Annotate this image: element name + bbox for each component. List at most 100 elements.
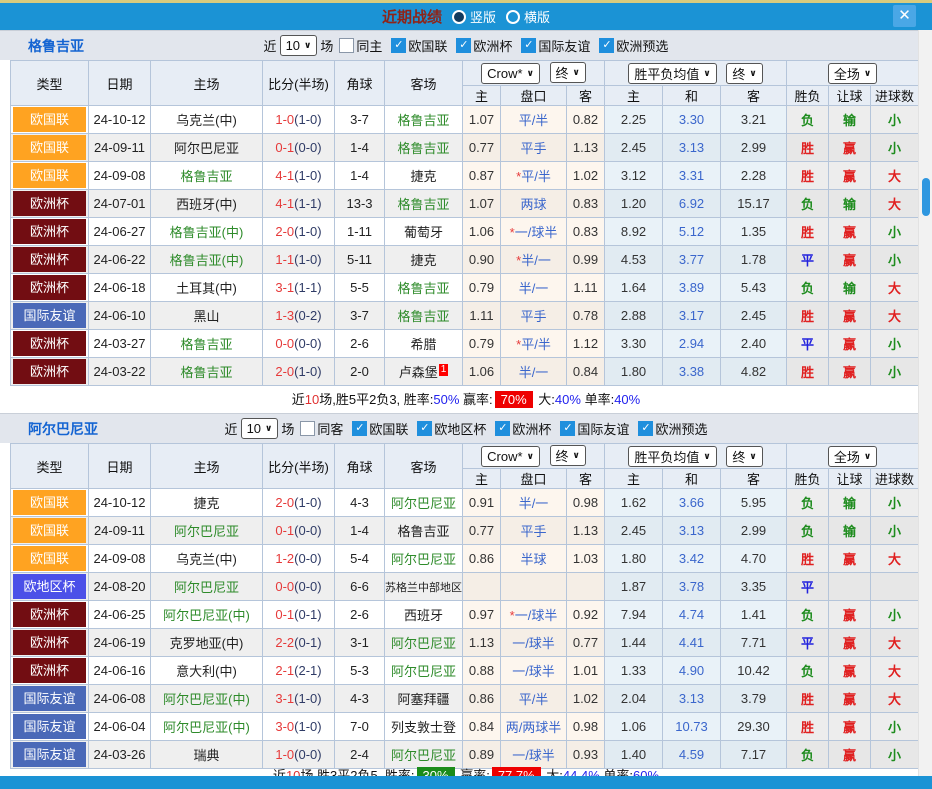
same-side-checkbox[interactable] [339,38,354,53]
summary-segment: 40% [614,392,640,407]
competition-label: 欧国联 [369,419,408,438]
handicap-result: 赢 [829,218,871,246]
competition-checkbox-国际友谊[interactable]: ✓ [560,421,575,436]
competition-badge: 国际友谊 [13,714,86,739]
odds-stage-select[interactable]: 终∨ [550,62,586,83]
goals-result-value: 大 [888,281,901,296]
crow-away-odds: 1.03 [567,545,605,573]
avg-draw-odds: 3.38 [663,358,721,386]
competition-checkbox-欧洲杯[interactable]: ✓ [456,38,471,53]
chevron-down-icon: ∨ [864,451,871,462]
close-icon[interactable]: ✕ [893,5,916,27]
full-time-score: 2-1 [275,663,294,678]
type-cell: 国际友谊 [11,741,89,769]
home-team-name: 意大利(中) [176,664,237,679]
handicap-cell: 平/半 [501,685,567,713]
home-team-name: 黑山 [193,309,219,324]
home-team-name: 西班牙(中) [176,197,237,212]
home-team-name: 乌克兰(中) [176,113,237,128]
match-result: 胜 [787,302,829,330]
chevron-down-icon: ∨ [703,68,710,79]
competition-checkbox-欧国联[interactable]: ✓ [352,421,367,436]
competition-checkbox-欧洲预选[interactable]: ✓ [599,38,614,53]
avg-draw-odds: 3.31 [663,162,721,190]
away-team: 葡萄牙 [385,218,463,246]
match-scope-select[interactable]: 全场∨ [828,446,877,467]
match-result-value: 负 [801,524,814,539]
competition-checkbox-国际友谊[interactable]: ✓ [521,38,536,53]
handicap-cell: *平/半 [501,162,567,190]
scrollbar-thumb[interactable] [922,178,930,216]
home-team: 黑山 [151,302,263,330]
score-cell: 4-1(1-0) [263,162,335,190]
table-row: 欧洲杯24-06-19克罗地亚(中)2-2(0-1)3-1阿尔巴尼亚1.13一/… [11,629,919,657]
avg-draw-odds: 6.92 [663,190,721,218]
avg-win-odds: 1.80 [605,545,663,573]
competition-checkbox-欧国联[interactable]: ✓ [391,38,406,53]
dialog-title: 近期战绩 [382,6,442,27]
home-team-name: 阿尔巴尼亚(中) [163,608,250,623]
handicap-result: 输 [829,517,871,545]
horizontal-radio[interactable] [506,10,520,24]
type-cell: 欧国联 [11,517,89,545]
competition-badge: 欧国联 [13,518,86,543]
matches-count-select[interactable]: 10∨ [241,418,279,439]
avg-draw-odds: 3.13 [663,685,721,713]
competition-checkbox-欧地区杯[interactable]: ✓ [417,421,432,436]
goals-result-value: 小 [888,113,901,128]
home-team: 乌克兰(中) [151,106,263,134]
goals-result: 小 [871,517,919,545]
bookmaker-select[interactable]: Crow*∨ [481,446,540,467]
odds-stage-select[interactable]: 终∨ [550,445,586,466]
competition-badge: 欧洲杯 [13,359,86,384]
type-cell: 欧洲杯 [11,330,89,358]
summary-segment: 70% [495,391,533,408]
match-scope-select[interactable]: 全场∨ [828,63,877,84]
competition-checkbox-欧洲杯[interactable]: ✓ [495,421,510,436]
half-time-score: (1-0) [294,168,321,183]
scrollbar-track[interactable] [918,30,932,776]
competition-badge: 欧国联 [13,135,86,160]
goals-result: 大 [871,545,919,573]
competition-label: 欧地区杯 [434,419,486,438]
handicap-result-value: 赢 [843,552,856,567]
vertical-radio-label[interactable]: 竖版 [470,7,496,26]
crow-home-odds: 1.07 [463,106,501,134]
titlebar-controls: 近期战绩 竖版 横版 [382,6,550,27]
avg-odds-select[interactable]: 胜平负均值∨ [628,63,716,84]
goals-result-value: 大 [888,692,901,707]
recent-results-dialog: 近期战绩 竖版 横版 ✕ 格鲁吉亚 近10∨场同主✓欧国联✓欧洲杯✓国际友谊✓欧… [0,0,932,789]
vertical-radio[interactable] [452,10,466,24]
same-side-checkbox[interactable] [300,421,315,436]
goals-result-value: 小 [888,496,901,511]
sub-col-lose: 客 [721,469,787,489]
away-team-name: 希腊 [410,337,436,352]
crow-home-odds: 0.79 [463,274,501,302]
table-row: 欧洲杯24-06-27格鲁吉亚(中)2-0(1-0)1-11葡萄牙1.06*一/… [11,218,919,246]
goals-result-value: 大 [888,197,901,212]
home-team-name: 格鲁吉亚 [180,337,232,352]
avg-stage-select[interactable]: 终∨ [726,63,762,84]
away-team: 阿尔巴尼亚 [385,489,463,517]
near-label: 近 [225,419,238,438]
competition-checkbox-欧洲预选[interactable]: ✓ [638,421,653,436]
avg-dropdown-cell: 胜平负均值∨ 终∨ [605,444,787,469]
match-result-value: 平 [801,580,814,595]
home-team-name: 格鲁吉亚 [180,365,232,380]
matches-count-select[interactable]: 10∨ [280,35,318,56]
chevron-down-icon: ∨ [527,68,534,79]
avg-odds-select[interactable]: 胜平负均值∨ [628,446,716,467]
horizontal-radio-label[interactable]: 横版 [524,7,550,26]
table-row: 欧国联24-09-11阿尔巴尼亚0-1(0-0)1-4格鲁吉亚0.77平手1.1… [11,134,919,162]
away-team: 捷克 [385,246,463,274]
handicap-result: 赢 [829,629,871,657]
avg-win-odds: 2.88 [605,302,663,330]
handicap-result: 赢 [829,741,871,769]
goals-result-value: 小 [888,524,901,539]
bookmaker-select[interactable]: Crow*∨ [481,63,540,84]
handicap-value: 半/一 [519,496,549,511]
handicap-result: 赢 [829,358,871,386]
avg-stage-select[interactable]: 终∨ [726,446,762,467]
handicap-value: 平手 [520,524,546,539]
handicap-result: 赢 [829,713,871,741]
